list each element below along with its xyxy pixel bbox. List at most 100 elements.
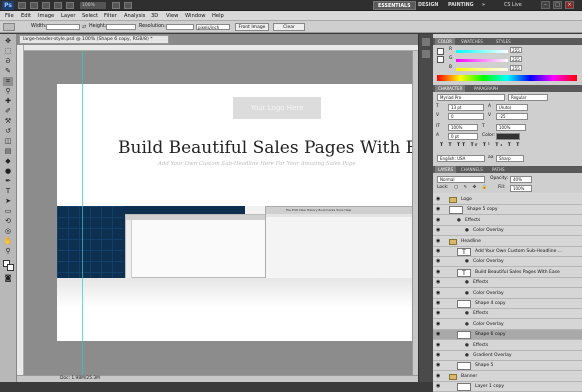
menu-window[interactable]: Window xyxy=(185,12,205,20)
visibility-eye-icon[interactable]: ◉ xyxy=(436,197,442,202)
layer-effect-row[interactable]: ◉ ● Color Overlay xyxy=(433,226,582,237)
anti-alias-select[interactable]: Sharp xyxy=(496,155,524,162)
layer-row[interactable]: ◉ Banner xyxy=(433,371,582,382)
layer-row[interactable]: ◉ Layer 1 copy xyxy=(433,382,582,392)
visibility-eye-icon[interactable]: ◉ xyxy=(436,342,442,348)
visibility-eye-icon[interactable]: ◉ xyxy=(436,332,442,337)
menu-edit[interactable]: Edit xyxy=(21,12,31,20)
lasso-tool-icon[interactable]: ᘐ xyxy=(3,57,13,66)
blur-tool-icon[interactable]: ◆ xyxy=(3,157,13,166)
red-value[interactable]: 255 xyxy=(510,47,522,53)
menu-layer[interactable]: Layer xyxy=(61,12,75,20)
hand-tool-icon[interactable] xyxy=(66,2,74,9)
tab-paragraph[interactable]: PARAGRAPH xyxy=(471,85,501,92)
minimize-icon[interactable]: – xyxy=(541,1,550,9)
layer-effect-row[interactable]: ◉ ● Color Overlay xyxy=(433,288,582,299)
eraser-tool-icon[interactable]: ◫ xyxy=(3,137,13,146)
vertical-guide[interactable] xyxy=(82,51,83,375)
tracking-select[interactable]: -25 xyxy=(496,113,528,120)
layer-row[interactable]: ◉ Shape 5 xyxy=(433,361,582,372)
layer-row[interactable]: ◉ Shape 5 copy xyxy=(433,205,582,216)
text-color-swatch[interactable] xyxy=(496,133,520,140)
green-value[interactable]: 255 xyxy=(510,56,522,62)
blue-value[interactable]: 255 xyxy=(510,65,522,71)
horizontal-scale-field[interactable]: 100% xyxy=(496,124,526,131)
visibility-eye-icon[interactable]: ◉ xyxy=(436,259,442,264)
layer-row[interactable]: ◉ Shape 4 copy xyxy=(433,299,582,309)
tab-color[interactable]: COLOR xyxy=(435,38,455,45)
tab-styles[interactable]: STYLES xyxy=(493,38,514,45)
launch-mini-bridge-icon[interactable] xyxy=(30,2,38,9)
close-icon[interactable]: × xyxy=(565,1,574,9)
tab-paths[interactable]: PATHS xyxy=(489,166,508,173)
visibility-eye-icon[interactable]: ◉ xyxy=(436,353,442,358)
collapsed-panel-icon[interactable] xyxy=(422,50,430,58)
canvas-subheadline[interactable]: Add Your Own Custom Sub-Headline Here Fo… xyxy=(158,161,418,167)
visibility-eye-icon[interactable]: ◉ xyxy=(436,217,442,223)
blend-mode-select[interactable]: Normal xyxy=(437,176,485,183)
font-style-select[interactable]: Regular xyxy=(508,94,548,101)
eyedropper-tool-icon[interactable]: ⚲ xyxy=(3,87,13,96)
visibility-eye-icon[interactable]: ◉ xyxy=(436,301,442,306)
menu-file[interactable]: File xyxy=(5,12,14,20)
layer-row[interactable]: ◉ Headline xyxy=(433,236,582,247)
lock-buttons[interactable]: ▢ ✎ ✥ 🔒 xyxy=(454,185,489,191)
resolution-unit-select[interactable]: pixels/inch xyxy=(196,24,230,30)
hand-tool-icon[interactable]: ✋ xyxy=(3,237,13,246)
zoom-level-icon[interactable] xyxy=(54,2,62,9)
blue-slider[interactable] xyxy=(456,68,508,71)
menu-image[interactable]: Image xyxy=(38,12,54,20)
vertical-ruler[interactable] xyxy=(17,45,24,375)
view-extras-icon[interactable] xyxy=(42,2,50,9)
layer-effect-row[interactable]: ◉ ● Effects xyxy=(433,309,582,320)
visibility-eye-icon[interactable]: ◉ xyxy=(436,269,442,275)
type-tool-icon[interactable]: T xyxy=(3,187,13,196)
layer-effect-row[interactable]: ◉ ● Color Overlay xyxy=(433,319,582,330)
3d-orbit-tool-icon[interactable]: ◎ xyxy=(3,227,13,236)
workspace-design-button[interactable]: DESIGN xyxy=(414,1,442,10)
foreground-color-swatch[interactable] xyxy=(437,48,444,55)
visibility-eye-icon[interactable]: ◉ xyxy=(436,280,442,285)
height-field[interactable] xyxy=(106,24,136,30)
visibility-eye-icon[interactable]: ◉ xyxy=(436,321,442,327)
workspace-painting-button[interactable]: PAINTING xyxy=(444,1,478,10)
zoom-tool-icon[interactable]: ⚲ xyxy=(3,247,13,256)
resolution-field[interactable] xyxy=(166,24,194,30)
clear-button[interactable]: Clear xyxy=(273,23,305,31)
3d-rotate-tool-icon[interactable]: ⟲ xyxy=(3,217,13,226)
layer-effect-row[interactable]: ◉ ● Effects xyxy=(433,278,582,289)
leading-select[interactable]: (Auto) xyxy=(496,104,528,111)
menu-help[interactable]: Help xyxy=(212,12,224,20)
workspace-essentials-button[interactable]: ESSENTIALS xyxy=(373,1,416,10)
menu-analysis[interactable]: Analysis xyxy=(124,12,145,20)
layer-row[interactable]: ◉ T Add Your Own Custom Sub-Headline ... xyxy=(433,247,582,257)
brush-tool-icon[interactable]: ✐ xyxy=(3,107,13,116)
baseline-shift-field[interactable]: 0 pt xyxy=(448,133,478,140)
canvas-banner[interactable]: File Edit View History Bookmarks Tools H… xyxy=(57,206,412,278)
maximize-icon[interactable]: □ xyxy=(553,1,562,9)
font-family-select[interactable]: Myriad Pro xyxy=(437,94,505,101)
visibility-eye-icon[interactable]: ◉ xyxy=(436,207,442,212)
tab-channels[interactable]: CHANNELS xyxy=(458,166,486,173)
tab-character[interactable]: CHARACTER xyxy=(435,85,466,92)
crop-tool-preset-icon[interactable] xyxy=(3,23,15,31)
fill-field[interactable]: 100% xyxy=(510,185,532,192)
layer-effect-row[interactable]: ◉ ● Color Overlay xyxy=(433,257,582,268)
opacity-field[interactable]: 40% xyxy=(510,176,532,183)
visibility-eye-icon[interactable]: ◉ xyxy=(436,373,442,379)
gradient-tool-icon[interactable]: ▤ xyxy=(3,147,13,156)
zoom-level-select[interactable]: 100% xyxy=(80,2,106,9)
layer-row[interactable]: ◉ Shape 6 copy xyxy=(433,330,582,341)
healing-brush-tool-icon[interactable]: ✚ xyxy=(3,97,13,106)
menu-3d[interactable]: 3D xyxy=(151,12,158,20)
menu-view[interactable]: View xyxy=(166,12,178,20)
menu-filter[interactable]: Filter xyxy=(104,12,117,20)
screen-mode-icon[interactable] xyxy=(124,2,132,9)
visibility-eye-icon[interactable]: ◉ xyxy=(436,311,442,316)
quick-mask-icon[interactable]: ◙ xyxy=(3,274,13,283)
marquee-tool-icon[interactable]: ⬚ xyxy=(3,47,13,56)
color-ramp[interactable] xyxy=(437,75,577,81)
tab-swatches[interactable]: SWATCHES xyxy=(458,38,486,45)
quick-selection-tool-icon[interactable]: ✎ xyxy=(3,67,13,76)
cs-live-button[interactable]: CS Live xyxy=(500,1,526,10)
